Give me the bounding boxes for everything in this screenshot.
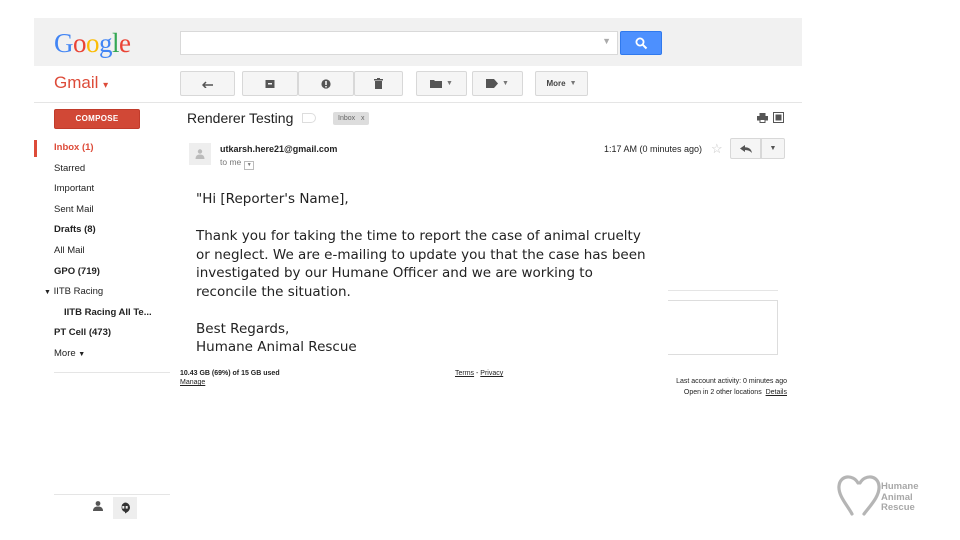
sidebar-item-more[interactable]: More ▼ bbox=[34, 344, 174, 365]
back-arrow-icon bbox=[201, 80, 213, 88]
hangouts-button[interactable] bbox=[113, 497, 137, 519]
message-time: 1:17 AM (0 minutes ago) bbox=[604, 144, 703, 154]
details-dropdown-icon[interactable]: ▼ bbox=[244, 161, 255, 170]
move-to-button[interactable]: ▼ bbox=[416, 71, 467, 96]
new-window-icon[interactable] bbox=[773, 112, 784, 123]
spam-icon bbox=[321, 78, 331, 89]
folder-icon bbox=[430, 80, 443, 88]
remove-label-icon[interactable]: x bbox=[361, 115, 365, 122]
chevron-down-icon: ▼ bbox=[502, 80, 509, 87]
report-spam-button[interactable] bbox=[298, 71, 354, 96]
person-icon bbox=[195, 149, 205, 159]
sidebar-nav: Inbox (1) Starred Important Sent Mail Dr… bbox=[34, 138, 174, 365]
importance-marker-icon[interactable] bbox=[302, 113, 316, 123]
message-more-button[interactable]: ▼ bbox=[761, 138, 785, 159]
toolbar-divider bbox=[34, 102, 802, 103]
sender-avatar bbox=[189, 143, 211, 165]
sender-email[interactable]: utkarsh.here21@gmail.com bbox=[220, 144, 337, 154]
google-logo[interactable]: Google bbox=[54, 28, 131, 59]
account-activity: Last account activity: 0 minutes ago bbox=[676, 378, 787, 385]
sidebar-item-important[interactable]: Important bbox=[34, 179, 174, 200]
expand-caret-icon[interactable]: ▼ bbox=[44, 289, 51, 296]
sidebar-item-inbox[interactable]: Inbox (1) bbox=[34, 138, 174, 159]
sidebar-item-pt-cell[interactable]: PT Cell (473) bbox=[34, 323, 174, 344]
label-tag-icon bbox=[486, 79, 499, 88]
privacy-link[interactable]: Privacy bbox=[480, 370, 503, 377]
sidebar-item-all-mail[interactable]: All Mail bbox=[34, 241, 174, 262]
chevron-down-icon: ▼ bbox=[446, 80, 453, 87]
reply-button[interactable] bbox=[730, 138, 761, 159]
sidebar-bottom-divider bbox=[54, 494, 170, 495]
body-closing: Best Regards, bbox=[196, 320, 290, 337]
contacts-icon[interactable] bbox=[92, 500, 104, 512]
message-body: "Hi [Reporter's Name], Thank you for tak… bbox=[196, 190, 646, 357]
chevron-down-icon: ▼ bbox=[569, 80, 577, 87]
chevron-down-icon: ▼ bbox=[769, 145, 777, 152]
chevron-down-icon: ▾ bbox=[103, 80, 109, 91]
sidebar-item-sent-mail[interactable]: Sent Mail bbox=[34, 200, 174, 221]
body-paragraph: Thank you for taking the time to report … bbox=[196, 228, 646, 300]
reply-icon bbox=[740, 145, 752, 153]
open-locations: Open in 2 other locations Details bbox=[683, 389, 787, 396]
more-actions-button[interactable]: More ▼ bbox=[535, 71, 588, 96]
sidebar-divider bbox=[54, 372, 170, 373]
chevron-down-icon: ▼ bbox=[78, 350, 86, 358]
back-button[interactable] bbox=[180, 71, 235, 96]
trash-icon bbox=[374, 78, 383, 89]
star-icon[interactable]: ☆ bbox=[711, 141, 723, 157]
recipient-line: to me ▼ bbox=[220, 157, 255, 170]
sidebar-item-starred[interactable]: Starred bbox=[34, 159, 174, 180]
archive-icon bbox=[265, 79, 275, 88]
print-icon[interactable] bbox=[757, 113, 768, 123]
hangouts-icon bbox=[121, 502, 130, 514]
manage-storage-link[interactable]: Manage bbox=[180, 379, 205, 386]
sidebar-item-iitb-racing-all-teams[interactable]: IITB Racing All Te... bbox=[34, 303, 174, 324]
body-greeting: "Hi [Reporter's Name], bbox=[196, 191, 349, 207]
details-link[interactable]: Details bbox=[766, 389, 787, 396]
reply-area-divider bbox=[668, 290, 778, 291]
search-icon bbox=[635, 37, 648, 50]
search-input[interactable]: ▼ bbox=[180, 31, 618, 55]
compose-button[interactable]: COMPOSE bbox=[54, 109, 140, 129]
delete-button[interactable] bbox=[354, 71, 403, 96]
body-signature: Humane Animal Rescue bbox=[196, 339, 357, 355]
terms-link[interactable]: Terms bbox=[455, 370, 474, 377]
gmail-menu[interactable]: Gmail ▾ bbox=[54, 73, 108, 93]
reply-box[interactable] bbox=[668, 300, 778, 355]
labels-button[interactable]: ▼ bbox=[472, 71, 523, 96]
inbox-label-chip[interactable]: Inbox x bbox=[333, 112, 370, 125]
storage-usage: 10.43 GB (69%) of 15 GB used bbox=[180, 370, 280, 377]
search-button[interactable] bbox=[620, 31, 662, 55]
heart-logo-icon bbox=[837, 475, 881, 516]
search-options-caret-icon[interactable]: ▼ bbox=[602, 36, 611, 46]
message-subject: Renderer Testing bbox=[187, 110, 294, 126]
sidebar-item-gpo[interactable]: GPO (719) bbox=[34, 262, 174, 283]
archive-button[interactable] bbox=[242, 71, 298, 96]
terms-privacy: Terms - Privacy bbox=[455, 370, 504, 377]
humane-animal-rescue-logo-text: Humane Animal Rescue bbox=[881, 481, 919, 513]
sidebar-item-iitb-racing[interactable]: ▼ IITB Racing bbox=[34, 282, 174, 303]
sidebar-item-drafts[interactable]: Drafts (8) bbox=[34, 220, 174, 241]
